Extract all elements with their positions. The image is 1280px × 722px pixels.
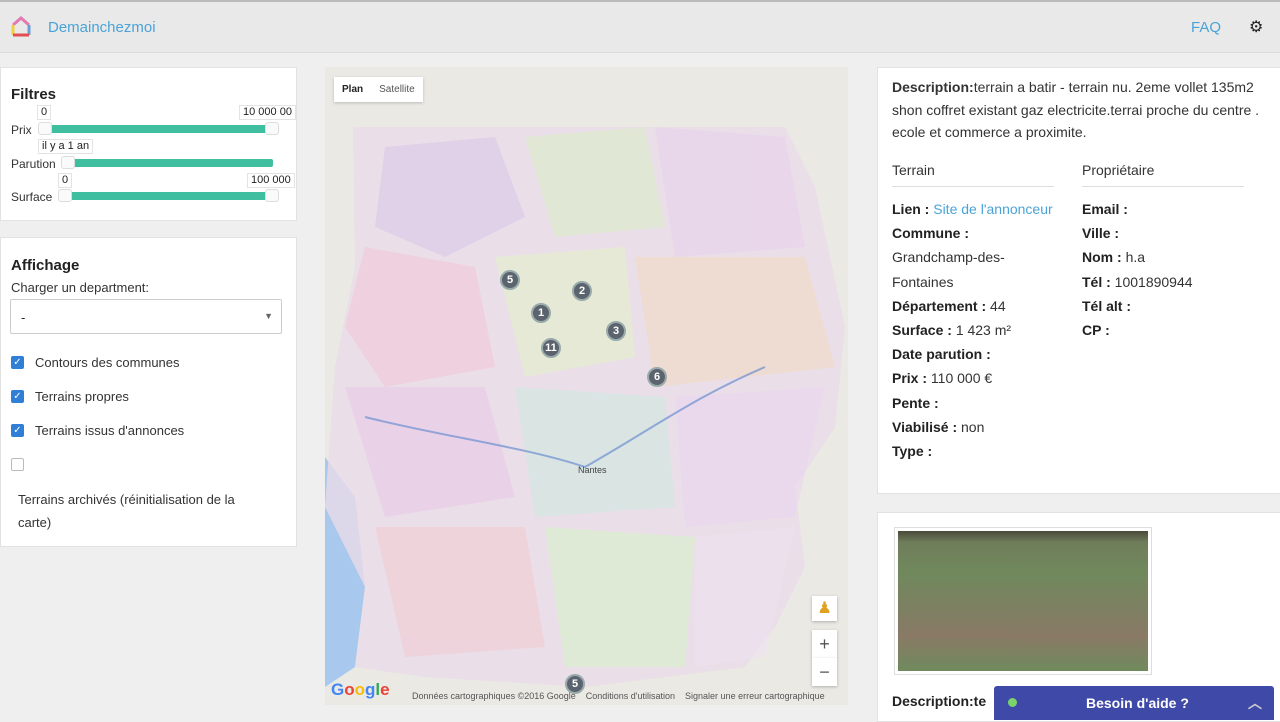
map-data-credit: Données cartographiques ©2016 Google [412,691,576,701]
viabilise-value: non [961,418,985,435]
map[interactable]: Plan Satellite Nantes 5 2 1 3 11 6 5 ♟ + − Goo… [325,67,848,705]
map-cluster-marker[interactable]: 6 [647,367,667,387]
map-communes-layer [325,67,848,705]
tel-value: 1001890944 [1114,273,1193,290]
google-logo: Google [331,680,390,699]
filters-panel: Filtres 0 10 000 00 Prix il y a 1 an Par… [0,67,297,221]
ville-label: Ville : [1082,225,1120,242]
parution-label: Parution [11,157,56,171]
map-cluster-marker[interactable]: 3 [606,321,626,341]
zoom-in-button[interactable]: + [812,630,837,658]
tel-label: Tél : [1082,273,1111,290]
tab-plan[interactable]: Plan [334,77,371,102]
filters-title: Filtres [11,86,57,103]
house-logo-icon [11,16,31,37]
map-type-control: Plan Satellite [334,77,423,102]
date-label: Date parution : [892,346,991,363]
terms-link[interactable]: Conditions d'utilisation [586,691,675,701]
display-panel: Affichage Charger un department: - ▼ ✓ Co… [0,237,297,547]
department-label: Charger un department: [11,280,150,295]
description: Description:terrain a batir - terrain nu… [892,76,1272,144]
type-label: Type : [892,443,933,460]
brand-name: Demainchezmoi [48,18,156,36]
prix-min-value: 0 [37,105,52,120]
gear-icon[interactable]: ⚙ [1249,17,1263,37]
surface-min-value: 0 [58,173,73,188]
surface-max-handle[interactable] [265,189,279,202]
surface-value: 1 423 m² [955,322,1012,339]
parution-value: il y a 1 an [38,139,94,154]
viabilise-label: Viabilisé : [892,418,958,435]
tel-alt-label: Tél alt : [1082,297,1132,314]
map-cluster-marker[interactable]: 11 [541,338,561,358]
caret-down-icon: ▼ [264,311,273,321]
prix-label: Prix : [892,370,928,387]
terrain-photo[interactable] [894,527,1152,675]
city-label: Nantes [578,465,607,475]
annonceur-link[interactable]: Site de l'annonceur [933,201,1052,217]
display-title: Affichage [11,257,80,274]
checkbox-contours[interactable]: ✓ [11,356,24,369]
photo-description-label: Description:te [892,693,987,709]
prix-slider[interactable] [47,125,269,133]
surface-label: Surface [11,190,53,204]
nom-label: Nom : [1082,249,1122,266]
surface-max-value: 100 000 [247,173,295,188]
prix-max-handle[interactable] [265,122,279,135]
dept-value: 44 [990,297,1006,314]
department-select[interactable]: - ▼ [10,299,282,334]
terrain-info-panel: Description:terrain a batir - terrain nu… [877,67,1280,494]
help-label: Besoin d'aide ? [1086,695,1189,711]
prix-label: Prix [11,123,32,137]
pegman-icon[interactable]: ♟ [812,596,837,621]
commune-value: Grandchamp-des-Fontaines [892,249,1005,290]
prix-value: 110 000 € [930,370,993,387]
faq-link[interactable]: FAQ [1191,19,1221,36]
report-error-link[interactable]: Signaler une erreur cartographique [685,691,825,701]
chevron-up-icon: ︿ [1248,695,1262,711]
surface-label: Surface : [892,322,952,339]
email-label: Email : [1082,201,1128,217]
nom-value: h.a [1125,249,1146,266]
surface-min-handle[interactable] [58,189,72,202]
commune-label: Commune : [892,225,969,242]
checkbox-terrains-annonces[interactable]: ✓ [11,424,24,437]
tab-satellite[interactable]: Satellite [371,77,423,102]
terrain-heading: Terrain [892,160,1054,187]
map-cluster-marker[interactable]: 1 [531,303,551,323]
checkbox-terrains-propres[interactable]: ✓ [11,390,24,403]
header: Demainchezmoi FAQ ⚙ [0,0,1280,53]
lien-label: Lien : [892,201,930,217]
checkbox-label: Terrains archivés (réinitialisation de l… [18,492,235,530]
online-status-icon [1008,698,1017,707]
owner-heading: Propriétaire [1082,160,1244,187]
prix-max-value: 10 000 00 [239,105,296,120]
terrain-column: Terrain Lien : Site de l'annonceur Commu… [892,160,1054,463]
prix-min-handle[interactable] [38,122,52,135]
owner-column: Propriétaire Email : Ville : Nom : h.a T… [1082,160,1244,342]
parution-slider[interactable] [71,159,273,167]
checkbox-label: Contours des communes [35,355,180,370]
cp-label: CP : [1082,322,1110,339]
dept-label: Département : [892,297,987,314]
map-cluster-marker[interactable]: 2 [572,281,592,301]
checkbox-label: Terrains issus d'annonces [35,423,185,438]
parution-handle[interactable] [61,156,75,169]
brand-link[interactable]: Demainchezmoi [10,16,156,38]
pente-label: Pente : [892,394,939,411]
checkbox-terrains-archives[interactable] [11,458,24,471]
surface-slider[interactable] [69,192,269,200]
help-chat-button[interactable]: Besoin d'aide ? ︿ [994,686,1274,720]
map-cluster-marker[interactable]: 5 [500,270,520,290]
zoom-out-button[interactable]: − [812,658,837,686]
map-attribution: Données cartographiques ©2016 Google Con… [412,691,825,701]
checkbox-label: Terrains propres [35,389,129,404]
department-value: - [21,310,26,325]
description-label: Description: [892,79,974,95]
